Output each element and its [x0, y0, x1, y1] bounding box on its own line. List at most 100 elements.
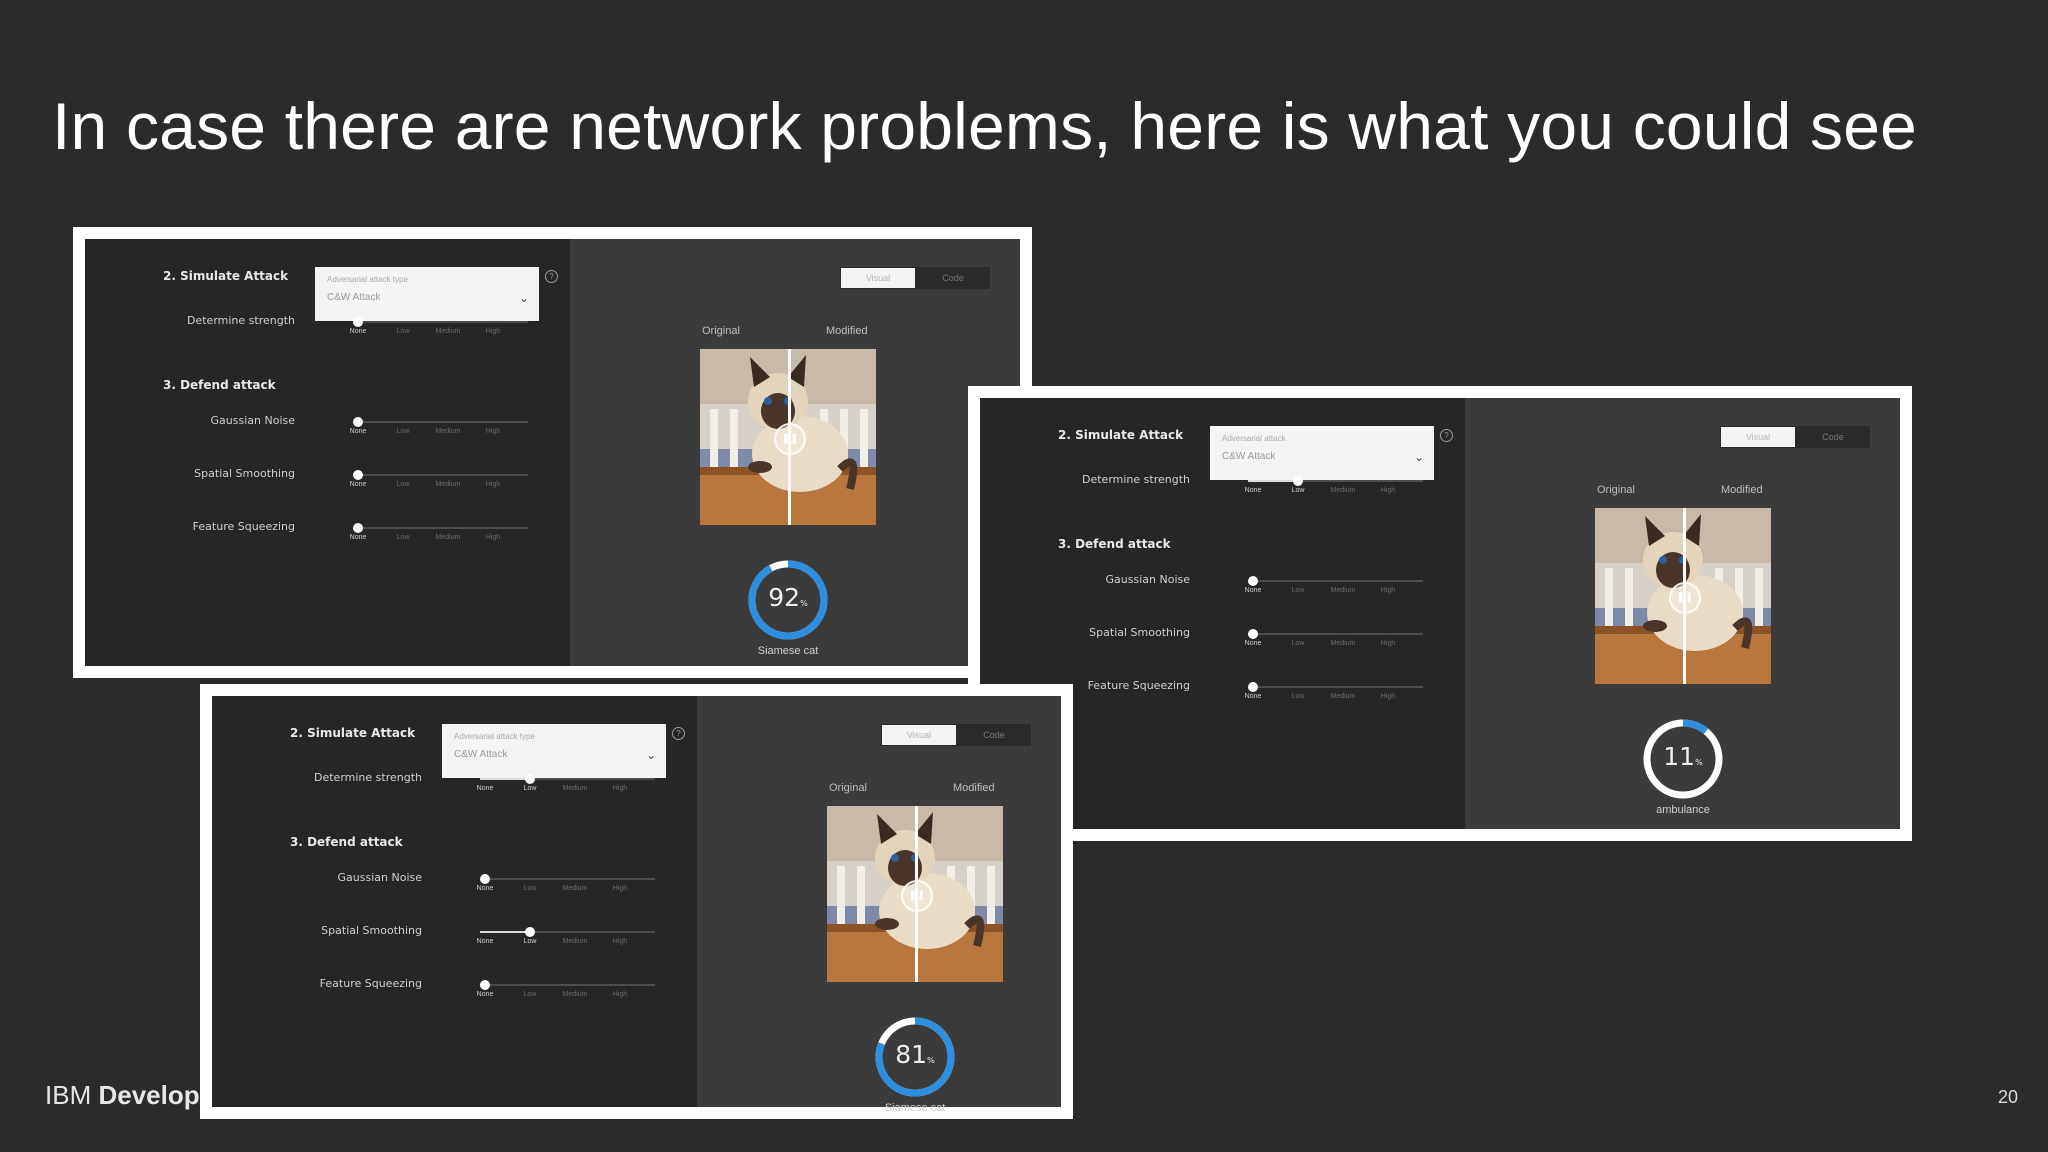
defend-attack-heading: 3. Defend attack — [1058, 537, 1171, 551]
slider-ticks: None Low Medium High — [350, 481, 528, 491]
tab-code[interactable]: Code — [1796, 426, 1870, 448]
slider-tick-label: Low — [523, 785, 537, 792]
view-toggle[interactable]: Visual Code — [1720, 426, 1870, 448]
slider-tick-label: Medium — [562, 938, 588, 945]
attack-type-dropdown[interactable]: Adversarial attack type C&W Attack ⌄ — [315, 267, 539, 321]
control-label: Spatial Smoothing — [194, 467, 295, 480]
slider-tick-label: Medium — [1330, 693, 1356, 700]
attack-type-dropdown[interactable]: Adversarial attack C&W Attack ⌄ — [1210, 426, 1434, 480]
tab-code[interactable]: Code — [957, 724, 1031, 746]
view-toggle[interactable]: Visual Code — [840, 267, 990, 289]
cat-image-comparison[interactable]: ❚❚ — [700, 349, 876, 525]
strength-slider[interactable] — [480, 927, 655, 937]
slider-tick-label: Medium — [562, 991, 588, 998]
slider-ticks: None Low Medium High — [349, 328, 528, 338]
confidence-value: 81% — [895, 1040, 935, 1069]
dropdown-label: Adversarial attack type — [454, 732, 535, 741]
help-icon[interactable]: ? — [672, 727, 685, 740]
slider-handle[interactable] — [1248, 576, 1258, 586]
cat-image-comparison[interactable]: ❚❚ — [1595, 508, 1771, 684]
tab-code[interactable]: Code — [916, 267, 990, 289]
dropdown-value: C&W Attack — [1222, 451, 1276, 462]
slider-tick-label: Medium — [1330, 587, 1356, 594]
tab-visual[interactable]: Visual — [882, 725, 956, 745]
slider-ticks: None Low Medium High — [350, 534, 528, 544]
slider-tick-label: High — [612, 785, 628, 792]
strength-slider[interactable] — [480, 980, 655, 990]
simulate-attack-heading: 2. Simulate Attack — [1058, 428, 1184, 442]
slide-title: In case there are network problems, here… — [52, 89, 1918, 163]
simulate-attack-heading: 2. Simulate Attack — [163, 269, 289, 283]
tab-visual[interactable]: Visual — [841, 268, 915, 288]
strength-slider[interactable] — [480, 874, 655, 884]
compare-handle-icon[interactable]: ❚❚ — [774, 423, 806, 455]
slider-handle[interactable] — [353, 470, 363, 480]
slider-tick-label: None — [476, 938, 494, 945]
slider-tick-label: Medium — [435, 481, 461, 488]
help-icon[interactable]: ? — [1440, 429, 1453, 442]
simulate-attack-heading: 2. Simulate Attack — [290, 726, 416, 740]
slider-handle[interactable] — [353, 317, 363, 327]
original-label: Original — [1597, 484, 1635, 496]
slider-tick-label: Medium — [562, 785, 588, 792]
slider-ticks: None Low Medium High — [350, 428, 528, 438]
slider-handle[interactable] — [1248, 682, 1258, 692]
strength-slider[interactable] — [353, 470, 528, 480]
strength-slider[interactable] — [1248, 576, 1423, 586]
slider-tick-label: Low — [396, 481, 410, 488]
controls-panel: 2. Simulate Attack Adversarial attack typ… — [85, 239, 570, 666]
slider-tick-label: Low — [1291, 693, 1305, 700]
control-label: Spatial Smoothing — [321, 924, 422, 937]
slider-tick-label: None — [476, 785, 494, 792]
cat-image-comparison[interactable]: ❚❚ — [827, 806, 1003, 982]
slider-ticks: None Low Medium High — [476, 885, 655, 895]
defend-attack-heading: 3. Defend attack — [163, 378, 276, 392]
slider-tick-label: Low — [1291, 587, 1305, 594]
slider-handle[interactable] — [480, 874, 490, 884]
slider-tick-label: Low — [523, 938, 537, 945]
strength-slider[interactable] — [353, 523, 528, 533]
strength-slider[interactable] — [1248, 476, 1423, 486]
tab-visual[interactable]: Visual — [1721, 427, 1795, 447]
chevron-down-icon: ⌄ — [645, 748, 656, 762]
prediction-label: Siamese cat — [884, 1102, 946, 1114]
controls-panel: 2. Simulate Attack Adversarial attack typ… — [212, 696, 697, 1107]
strength-slider[interactable] — [1248, 629, 1423, 639]
slider-tick-label: Low — [1291, 487, 1305, 494]
strength-slider[interactable] — [1248, 682, 1423, 692]
original-label: Original — [702, 325, 740, 337]
slider-tick-label: None — [349, 328, 367, 335]
control-label: Gaussian Noise — [210, 414, 295, 427]
attack-type-dropdown[interactable]: Adversarial attack type C&W Attack ⌄ — [442, 724, 666, 778]
slider-tick-label: Medium — [435, 428, 461, 435]
slider-handle[interactable] — [353, 417, 363, 427]
strength-slider[interactable] — [353, 417, 528, 427]
slider-handle[interactable] — [525, 774, 535, 784]
screenshot-2: 2. Simulate Attack Adversarial attack C&W … — [968, 386, 1912, 841]
slider-tick-label: High — [612, 991, 628, 998]
compare-handle-icon[interactable]: ❚❚ — [901, 880, 933, 912]
compare-handle-icon[interactable]: ❚❚ — [1669, 582, 1701, 614]
slider-handle[interactable] — [353, 523, 363, 533]
slider-tick-label: Low — [396, 428, 410, 435]
slider-handle[interactable] — [525, 927, 535, 937]
help-icon[interactable]: ? — [545, 270, 558, 283]
original-label: Original — [829, 782, 867, 794]
slider-ticks: None Low Medium High — [476, 785, 655, 795]
control-label: Spatial Smoothing — [1089, 626, 1190, 639]
slider-tick-label: Medium — [1330, 640, 1356, 647]
slider-handle[interactable] — [480, 980, 490, 990]
defend-attack-heading: 3. Defend attack — [290, 835, 403, 849]
slider-handle[interactable] — [1293, 476, 1303, 486]
view-toggle[interactable]: Visual Code — [881, 724, 1031, 746]
slider-tick-label: Low — [1291, 640, 1305, 647]
slider-handle[interactable] — [1248, 629, 1258, 639]
strength-slider[interactable] — [353, 317, 528, 327]
slider-tick-label: High — [485, 534, 501, 541]
strength-slider[interactable] — [480, 774, 655, 784]
slider-tick-label: Medium — [562, 885, 588, 892]
slider-ticks: None Low Medium High — [477, 991, 655, 1001]
slider-tick-label: None — [476, 885, 494, 892]
confidence-value: 92% — [768, 583, 808, 612]
slider-ticks: None Low Medium High — [1245, 693, 1423, 703]
